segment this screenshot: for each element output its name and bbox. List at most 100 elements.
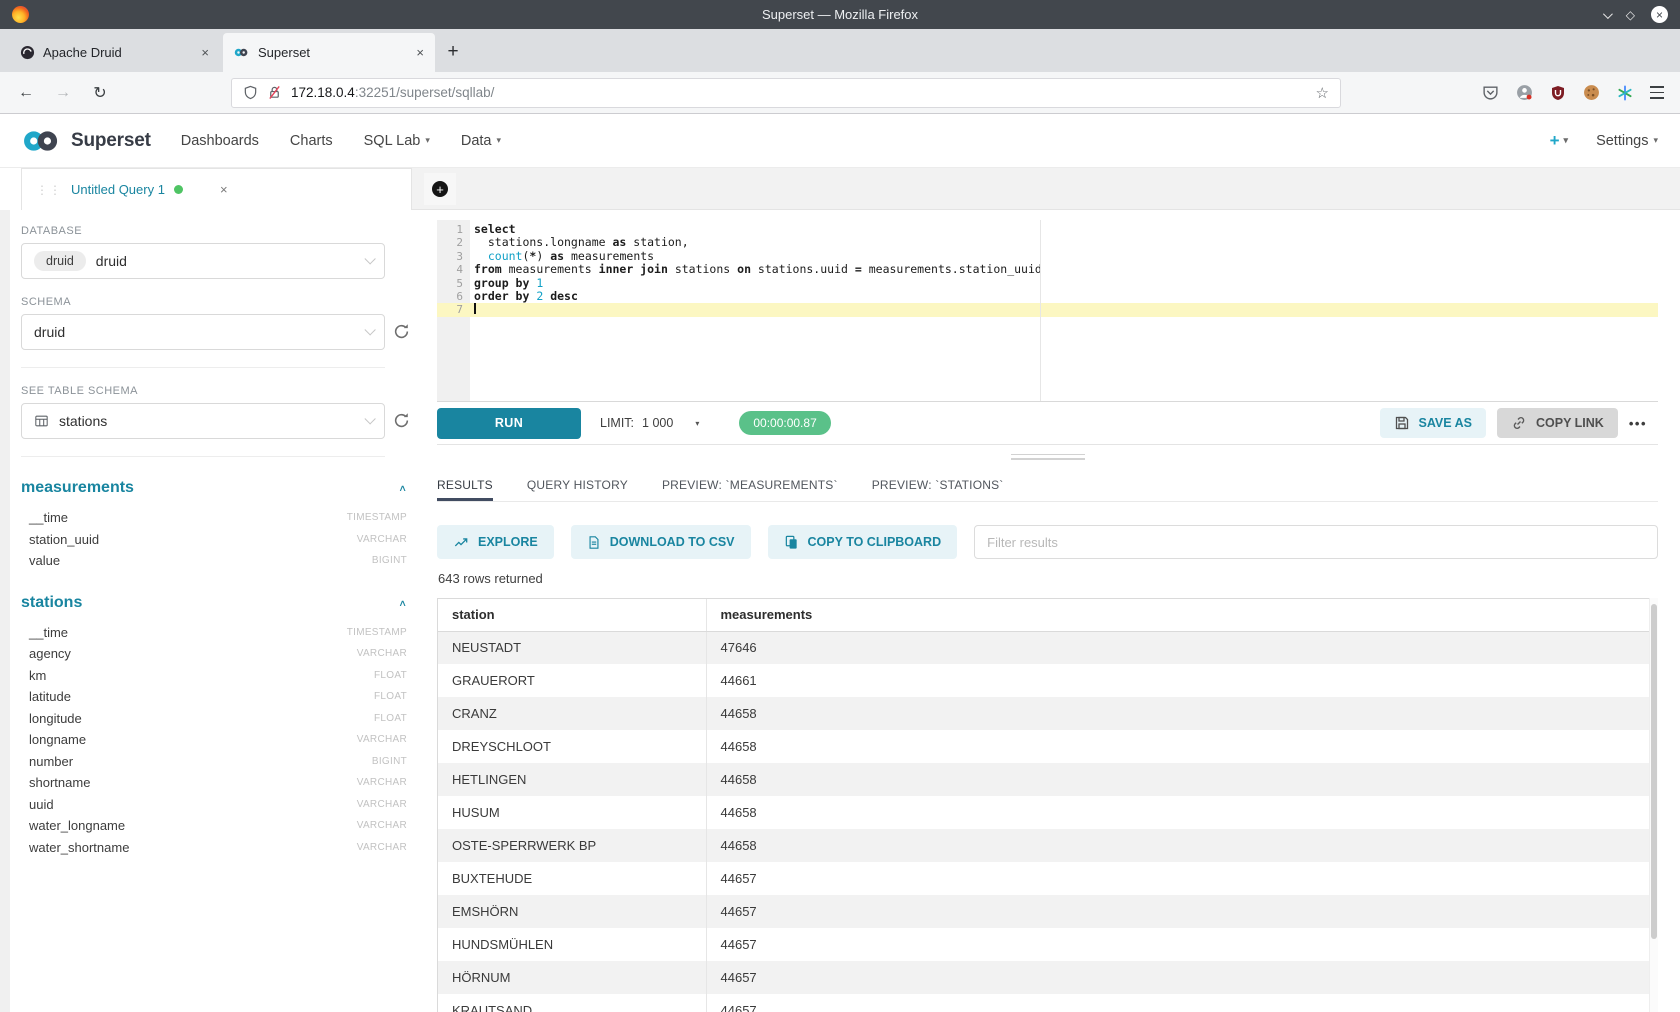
column-row: latitudeFLOAT <box>21 686 411 708</box>
schema-value: druid <box>34 324 65 340</box>
filter-results-input[interactable] <box>974 525 1658 559</box>
refresh-schemas-icon[interactable] <box>393 323 411 341</box>
divider <box>21 456 385 457</box>
nav-dashboards[interactable]: Dashboards <box>181 133 259 149</box>
table-row: EMSHÖRN44657 <box>438 895 1657 928</box>
sql-lab-main: DATABASE druid druid SCHEMA druid SEE TA… <box>0 210 1680 1012</box>
url-text: 172.18.0.4:32251/superset/sqllab/ <box>291 85 494 100</box>
reload-icon[interactable]: ↻ <box>88 83 112 103</box>
database-engine-pill: druid <box>34 251 86 271</box>
back-icon[interactable]: ← <box>14 84 38 102</box>
caret-down-icon: ▾ <box>497 135 502 146</box>
copy-link-button[interactable]: COPY LINK <box>1497 408 1618 438</box>
query-tab-close-icon[interactable]: × <box>220 182 228 197</box>
table-row: NEUSTADT47646 <box>438 631 1657 664</box>
schema-table-header[interactable]: measurements∧ <box>21 477 411 499</box>
window-maximize-button[interactable]: ◇ <box>1626 9 1635 21</box>
column-header-measurements[interactable]: measurements <box>706 599 1657 631</box>
forward-icon[interactable]: → <box>51 84 75 102</box>
results-table-body: NEUSTADT47646GRAUERORT44661CRANZ44658DRE… <box>438 631 1657 1012</box>
column-header-station[interactable]: station <box>438 599 706 631</box>
add-query-tab-button[interactable]: + <box>424 173 456 205</box>
table-row: GRAUERORT44661 <box>438 664 1657 697</box>
collapse-chevron-icon[interactable]: ∧ <box>398 483 407 494</box>
tab-close-icon[interactable]: × <box>201 46 209 59</box>
more-actions-icon[interactable]: ••• <box>1629 416 1647 431</box>
window-minimize-button[interactable] <box>1603 6 1610 24</box>
table-row: HÖRNUM44657 <box>438 961 1657 994</box>
tab-query-history[interactable]: QUERY HISTORY <box>527 468 628 501</box>
table-row: DREYSCHLOOT44658 <box>438 730 1657 763</box>
text-cursor <box>474 303 476 314</box>
table-value: stations <box>59 413 107 429</box>
pane-resize-handle[interactable] <box>1011 454 1085 460</box>
results-scrollbar[interactable] <box>1649 598 1658 1012</box>
pane-resize-zone <box>437 445 1658 468</box>
nav-charts[interactable]: Charts <box>290 133 333 149</box>
chart-icon <box>453 535 469 549</box>
database-name: druid <box>96 253 127 269</box>
schema-table-section: measurements∧__timeTIMESTAMPstation_uuid… <box>21 477 411 572</box>
new-tab-button[interactable]: + <box>438 37 468 67</box>
elapsed-time-badge: 00:00:00.87 <box>739 411 830 435</box>
limit-dropdown[interactable]: LIMIT: 1 000 ▾ <box>600 416 699 430</box>
database-select[interactable]: druid druid <box>21 243 385 279</box>
insecure-lock-icon[interactable] <box>267 85 282 100</box>
sql-editor[interactable]: 1234567 select stations.longname as stat… <box>437 220 1658 402</box>
nav-sql-lab[interactable]: SQL Lab▾ <box>364 133 430 149</box>
caret-down-icon: ▾ <box>1564 135 1569 146</box>
plus-icon: + <box>1550 131 1560 151</box>
window-close-button[interactable]: × <box>1651 6 1668 23</box>
explore-button[interactable]: EXPLORE <box>437 525 554 559</box>
limit-label: LIMIT: <box>600 416 634 430</box>
brand-name: Superset <box>71 130 151 152</box>
table-schema-label: SEE TABLE SCHEMA <box>21 385 411 397</box>
schema-table-header[interactable]: stations∧ <box>21 592 411 614</box>
table-select[interactable]: stations <box>21 403 385 439</box>
tab-preview-measurements[interactable]: PREVIEW: `MEASUREMENTS` <box>662 468 838 501</box>
refresh-tables-icon[interactable] <box>393 412 411 430</box>
browser-tab-druid[interactable]: Apache Druid × <box>8 33 220 72</box>
cookie-icon[interactable] <box>1583 84 1600 101</box>
tab-preview-stations[interactable]: PREVIEW: `STATIONS` <box>872 468 1004 501</box>
query-tab-bar: ⋮⋮ Untitled Query 1 × + <box>0 168 1680 210</box>
settings-menu[interactable]: Settings▾ <box>1596 133 1658 149</box>
clipboard-icon <box>784 535 799 550</box>
column-row: kmFLOAT <box>21 665 411 687</box>
divider <box>21 367 385 368</box>
table-row: BUXTEHUDE44657 <box>438 862 1657 895</box>
save-as-button[interactable]: SAVE AS <box>1380 408 1487 438</box>
superset-favicon-icon <box>234 45 250 61</box>
ublock-shield-icon[interactable] <box>1550 85 1566 101</box>
drag-dots-icon[interactable]: ⋮⋮ <box>36 183 62 197</box>
main-nav: Dashboards Charts SQL Lab▾ Data▾ <box>181 133 501 149</box>
table-row: KRAUTSAND44657 <box>438 994 1657 1012</box>
extension-avatar-icon[interactable] <box>1516 84 1533 101</box>
superset-logo[interactable]: Superset <box>22 130 151 152</box>
nav-data[interactable]: Data▾ <box>461 133 501 149</box>
collapse-chevron-icon[interactable]: ∧ <box>398 597 407 608</box>
run-button[interactable]: RUN <box>437 408 581 439</box>
download-csv-button[interactable]: DOWNLOAD TO CSV <box>571 525 751 559</box>
tracking-shield-icon[interactable] <box>243 85 258 100</box>
tab-results[interactable]: RESULTS <box>437 468 493 501</box>
colorburst-extension-icon[interactable] <box>1617 85 1633 101</box>
copy-clipboard-button[interactable]: COPY TO CLIPBOARD <box>768 525 958 559</box>
menu-icon[interactable] <box>1650 86 1664 98</box>
column-row: longnameVARCHAR <box>21 729 411 751</box>
query-tab[interactable]: ⋮⋮ Untitled Query 1 × <box>21 168 412 210</box>
schema-select[interactable]: druid <box>21 314 385 350</box>
sidebar-scroll-gutter <box>0 210 10 1012</box>
new-item-menu[interactable]: +▾ <box>1550 131 1568 151</box>
column-row: uuidVARCHAR <box>21 794 411 816</box>
caret-down-icon: ▾ <box>1653 135 1658 146</box>
schema-label: SCHEMA <box>21 296 411 308</box>
superset-navbar: Superset Dashboards Charts SQL Lab▾ Data… <box>0 114 1680 168</box>
table-row: CRANZ44658 <box>438 697 1657 730</box>
tab-close-icon[interactable]: × <box>416 46 424 59</box>
url-bar[interactable]: 172.18.0.4:32251/superset/sqllab/ ☆ <box>231 78 1341 108</box>
pocket-icon[interactable] <box>1482 84 1499 101</box>
scrollbar-thumb[interactable] <box>1651 604 1657 939</box>
browser-tab-superset[interactable]: Superset × <box>223 33 435 72</box>
bookmark-star-icon[interactable]: ☆ <box>1316 84 1329 102</box>
